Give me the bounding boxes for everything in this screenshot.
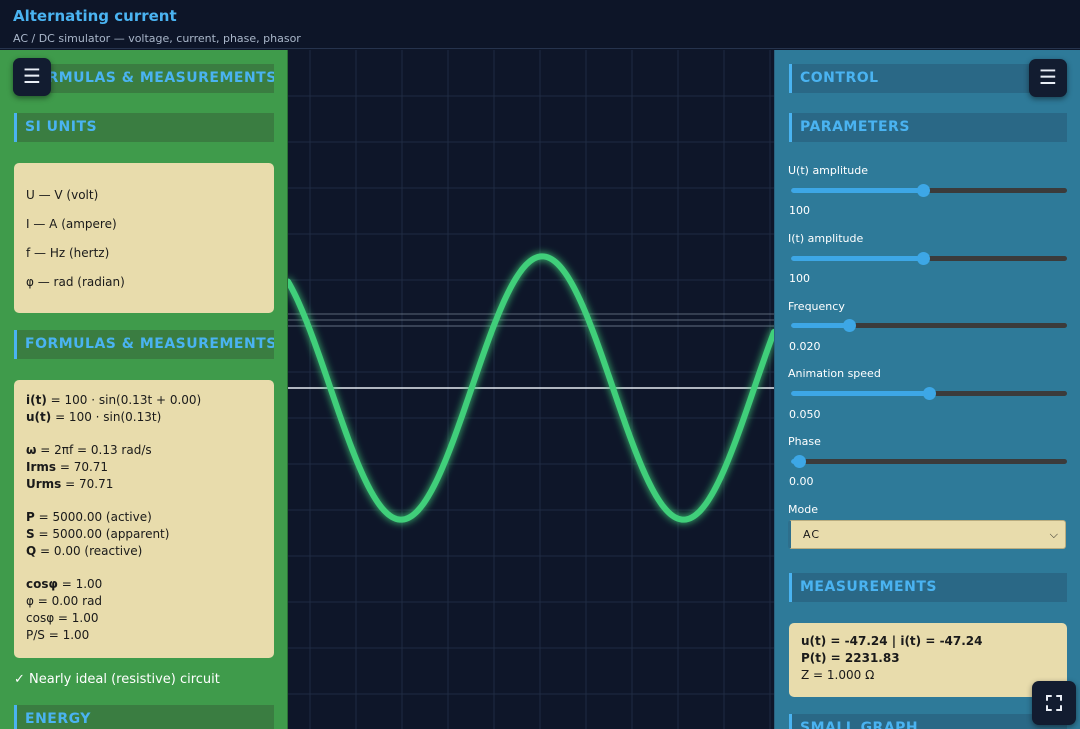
u-amplitude-slider[interactable]	[791, 184, 1067, 197]
energy-heading: ENERGY	[14, 705, 274, 729]
left-top-heading: FORMULAS & MEASUREMENTS	[14, 64, 274, 93]
app-title: Alternating current	[13, 7, 177, 25]
si-unit-current: I — A (ampere)	[26, 217, 117, 231]
formulas-card: i(t) = 100 · sin(0.13t + 0.00) u(t) = 10…	[14, 380, 274, 658]
si-unit-voltage: U — V (volt)	[26, 188, 99, 202]
formula-urms: Urms = 70.71	[26, 477, 114, 491]
u-amplitude-label: U(t) amplitude	[788, 164, 869, 177]
measurements-card: u(t) = -47.24 | i(t) = -47.24 P(t) = 223…	[789, 623, 1067, 697]
right-menu-button[interactable]: ☰	[1029, 59, 1067, 97]
fullscreen-icon	[1046, 695, 1062, 711]
control-heading: CONTROL	[789, 64, 1067, 93]
formula-voltage: u(t) = 100 · sin(0.13t)	[26, 410, 162, 424]
formulas-heading: FORMULAS & MEASUREMENTS	[14, 330, 274, 359]
control-panel: CONTROL PARAMETERS U(t) amplitude 100 I(…	[774, 50, 1080, 729]
animation-speed-slider[interactable]	[791, 387, 1067, 400]
mode-select[interactable]: AC ⌵	[788, 520, 1066, 549]
app-header: Alternating current AC / DC simulator — …	[0, 0, 1080, 49]
si-unit-frequency: f — Hz (hertz)	[26, 246, 110, 260]
formula-irms: Irms = 70.71	[26, 460, 109, 474]
measurements-heading: MEASUREMENTS	[789, 573, 1067, 602]
u-amplitude-value: 100	[789, 204, 810, 217]
si-unit-phase: φ — rad (radian)	[26, 275, 125, 289]
fullscreen-button[interactable]	[1032, 681, 1076, 725]
slider-thumb[interactable]	[917, 252, 931, 265]
formula-power-factor: cosφ = 1.00	[26, 577, 103, 591]
chevron-down-icon: ⌵	[1049, 528, 1058, 541]
parameters-heading: PARAMETERS	[789, 113, 1067, 142]
phase-value: 0.00	[789, 475, 814, 488]
slider-thumb[interactable]	[917, 184, 931, 197]
measurement-impedance: Z = 1.000 Ω	[801, 668, 875, 682]
mode-label: Mode	[788, 503, 818, 516]
formula-ps-ratio: P/S = 1.00	[26, 628, 90, 642]
mode-select-value: AC	[803, 528, 821, 541]
ideal-circuit-note: ✓ Nearly ideal (resistive) circuit	[14, 672, 220, 687]
waveform-canvas[interactable]	[288, 50, 774, 729]
si-units-card: U — V (volt) I — A (ampere) f — Hz (hert…	[14, 163, 274, 313]
slider-thumb[interactable]	[923, 387, 936, 400]
formula-current: i(t) = 100 · sin(0.13t + 0.00)	[26, 393, 202, 407]
measurement-instant-values: u(t) = -47.24 | i(t) = -47.24	[801, 634, 983, 648]
i-amplitude-value: 100	[789, 272, 810, 285]
measurement-instant-power: P(t) = 2231.83	[801, 651, 900, 665]
formula-cosphi: cosφ = 1.00	[26, 611, 99, 625]
formulas-panel: FORMULAS & MEASUREMENTS SI UNITS U — V (…	[0, 50, 288, 729]
formula-apparent-power: S = 5000.00 (apparent)	[26, 527, 170, 541]
slider-thumb[interactable]	[842, 319, 856, 332]
frequency-label: Frequency	[788, 300, 845, 313]
frequency-value: 0.020	[789, 340, 821, 353]
phase-label: Phase	[788, 435, 821, 448]
formula-reactive-power: Q = 0.00 (reactive)	[26, 544, 143, 558]
left-menu-button[interactable]: ☰	[13, 58, 51, 96]
small-graph-heading: SMALL GRAPH	[789, 714, 1067, 729]
hamburger-menu-icon: ☰	[23, 64, 41, 88]
formula-active-power: P = 5000.00 (active)	[26, 510, 152, 524]
formula-phi: φ = 0.00 rad	[26, 594, 103, 608]
i-amplitude-slider[interactable]	[791, 252, 1067, 265]
slider-thumb[interactable]	[793, 455, 807, 468]
animation-speed-label: Animation speed	[788, 367, 881, 380]
app-subtitle: AC / DC simulator — voltage, current, ph…	[13, 32, 301, 45]
animation-speed-value: 0.050	[789, 408, 821, 421]
hamburger-menu-icon: ☰	[1039, 65, 1057, 89]
waveform-plot	[288, 50, 774, 729]
si-units-heading: SI UNITS	[14, 113, 274, 142]
i-amplitude-label: I(t) amplitude	[788, 232, 864, 245]
formula-omega: ω = 2πf = 0.13 rad/s	[26, 443, 152, 457]
frequency-slider[interactable]	[791, 319, 1067, 332]
phase-slider[interactable]	[791, 455, 1067, 468]
